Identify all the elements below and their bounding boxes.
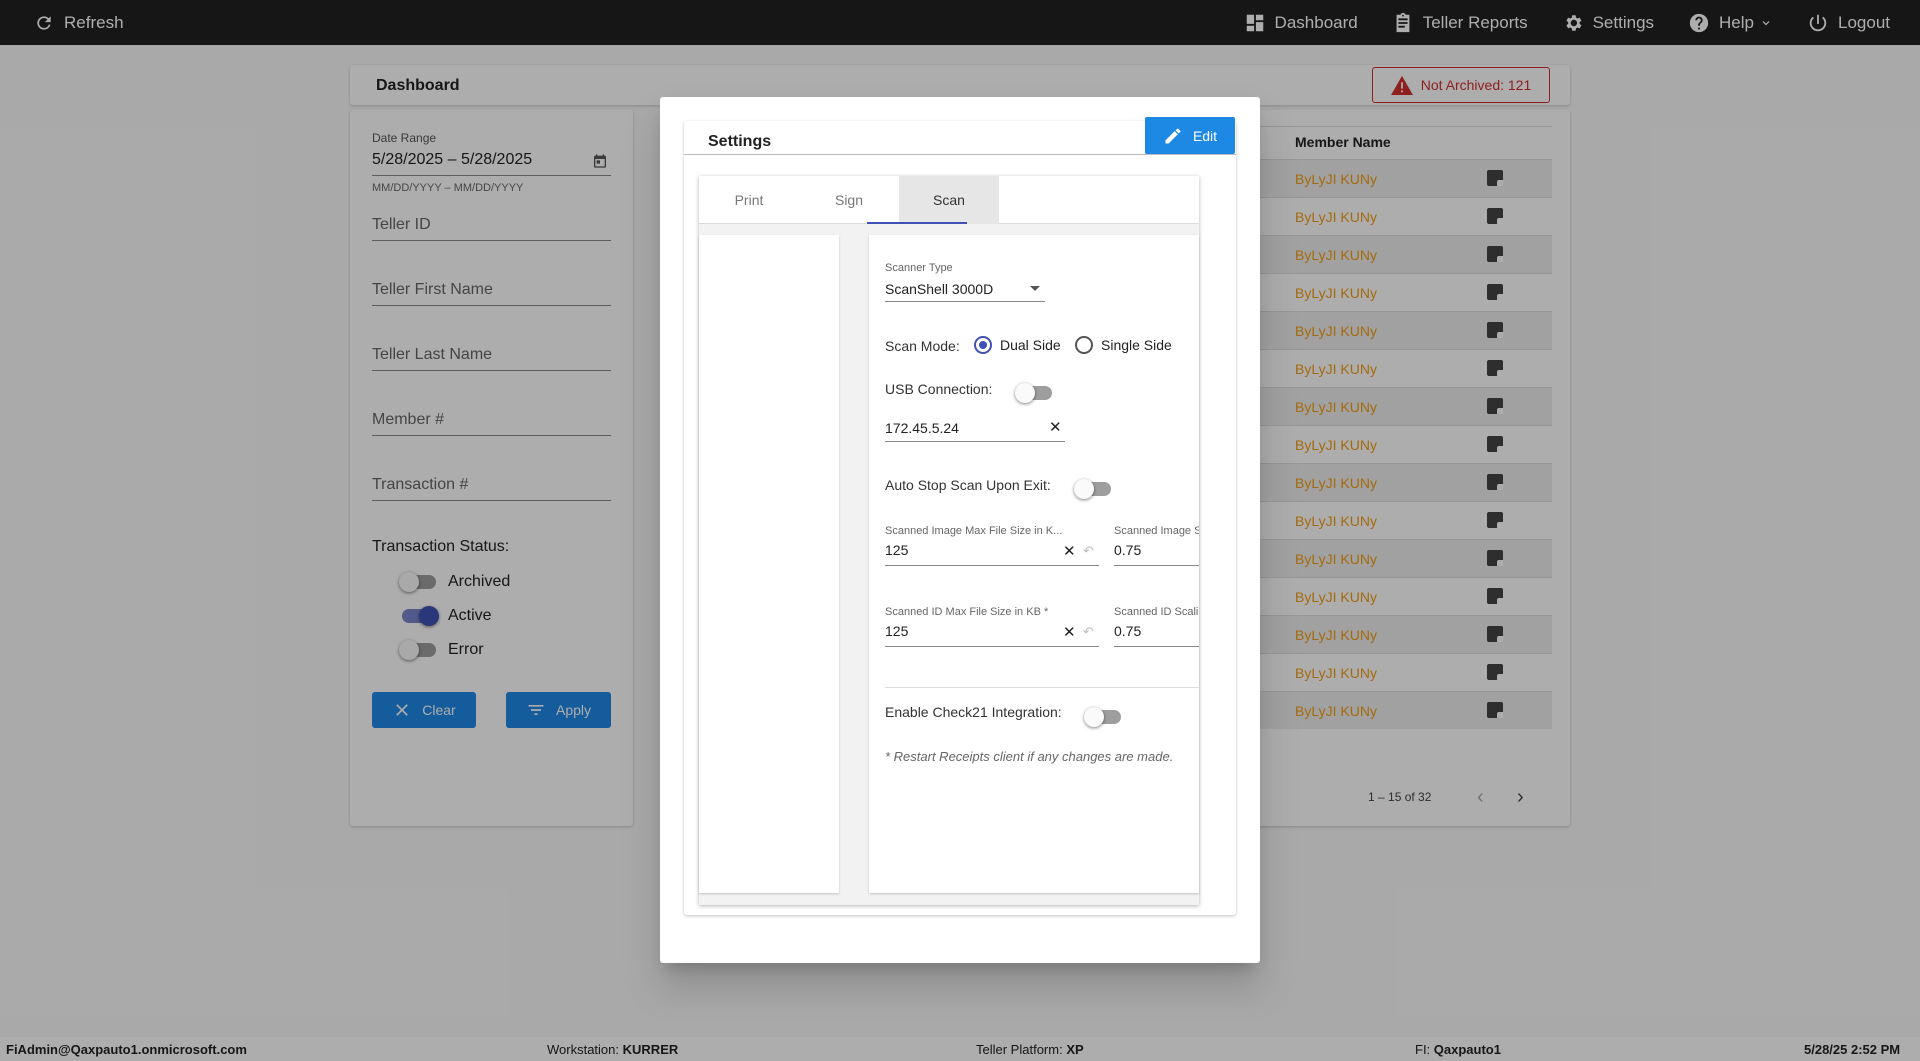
single-side-label: Single Side <box>1101 337 1172 353</box>
check21-toggle[interactable] <box>1084 707 1121 727</box>
tab-bar: Print Sign Scan <box>699 176 1199 224</box>
id-scale-label: Scanned ID Scalin <box>1114 606 1199 618</box>
image-scale-underline <box>1114 565 1199 566</box>
scanner-type-underline <box>885 301 1045 302</box>
scan-settings-pane: Scanner Type ScanShell 3000D Scan Mode: … <box>869 235 1199 893</box>
image-scale-label: Scanned Image Sc <box>1114 525 1199 537</box>
edit-label: Edit <box>1192 127 1218 144</box>
usb-connection-toggle[interactable] <box>1015 383 1052 403</box>
clear-image-max-icon[interactable]: ✕ <box>1063 542 1076 560</box>
id-max-size-label: Scanned ID Max File Size in KB * <box>885 606 1049 618</box>
dual-side-label: Dual Side <box>1000 337 1061 353</box>
image-max-underline <box>885 565 1099 566</box>
clear-ip-icon[interactable]: ✕ <box>1049 418 1062 436</box>
id-scale-input[interactable]: 0.75 <box>1114 623 1141 639</box>
auto-stop-toggle[interactable] <box>1074 479 1111 499</box>
id-max-underline <box>885 646 1099 647</box>
ip-address-input[interactable]: 172.45.5.24 <box>885 420 959 436</box>
tab-print[interactable]: Print <box>699 176 799 224</box>
settings-tabs: Print Sign Scan Scanner Type ScanShell 3… <box>699 176 1199 905</box>
clear-id-max-icon[interactable]: ✕ <box>1063 623 1076 641</box>
single-side-radio[interactable] <box>1075 336 1093 354</box>
usb-connection-label: USB Connection: <box>885 381 993 397</box>
image-scale-input[interactable]: 0.75 <box>1114 542 1141 558</box>
auto-stop-label: Auto Stop Scan Upon Exit: <box>885 477 1051 493</box>
id-scale-underline <box>1114 646 1199 647</box>
undo-image-max-icon[interactable]: ↶ <box>1083 543 1094 559</box>
restart-note: * Restart Receipts client if any changes… <box>885 749 1174 764</box>
id-max-size-input[interactable]: 125 <box>885 623 908 639</box>
check21-divider <box>885 687 1199 688</box>
scan-mode-single[interactable]: Single Side <box>1075 336 1172 354</box>
undo-id-max-icon[interactable]: ↶ <box>1083 624 1094 640</box>
check21-label: Enable Check21 Integration: <box>885 704 1062 720</box>
edit-button[interactable]: Edit <box>1145 117 1235 154</box>
tab-sign[interactable]: Sign <box>799 176 899 224</box>
scanner-type-label: Scanner Type <box>885 262 953 274</box>
scan-left-pane <box>699 235 839 893</box>
settings-divider <box>684 154 1236 155</box>
pencil-icon <box>1165 127 1181 143</box>
active-tab-indicator <box>867 222 967 224</box>
image-max-size-label: Scanned Image Max File Size in K... <box>885 525 1063 537</box>
settings-dialog: Settings Edit Print Sign Scan Scanner Ty… <box>660 97 1260 963</box>
dropdown-arrow-icon[interactable] <box>1029 285 1041 293</box>
image-max-size-input[interactable]: 125 <box>885 542 908 558</box>
tab-scan[interactable]: Scan <box>899 176 999 224</box>
scan-mode-dual[interactable]: Dual Side <box>974 336 1061 354</box>
scan-mode-label: Scan Mode: <box>885 338 960 354</box>
scanner-type-select[interactable]: ScanShell 3000D <box>885 281 993 297</box>
settings-card: Settings Edit Print Sign Scan Scanner Ty… <box>684 117 1236 915</box>
settings-title: Settings <box>708 133 772 150</box>
ip-underline <box>885 441 1065 442</box>
dual-side-radio[interactable] <box>974 336 992 354</box>
